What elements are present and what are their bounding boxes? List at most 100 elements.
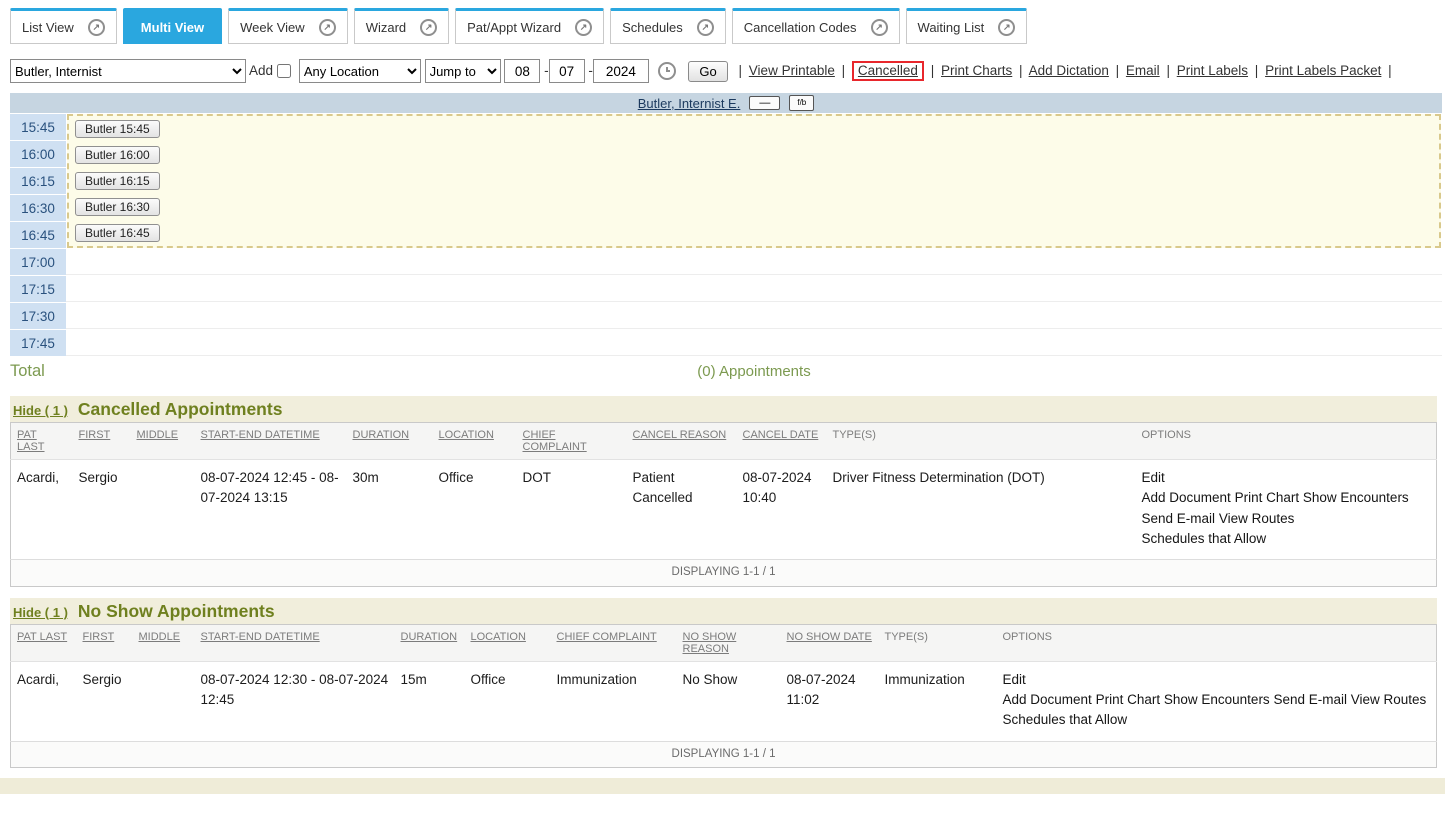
slot-button[interactable]: Butler 16:45 [75,224,160,242]
cell-pat-last: Acardi, [11,661,77,741]
cancelled-link[interactable]: Cancelled [852,61,924,81]
add-checkbox[interactable] [277,64,291,78]
email-link[interactable]: Email [1126,63,1160,78]
open-in-new-icon[interactable]: ↗ [871,19,888,36]
print-charts-link[interactable]: Print Charts [941,63,1012,78]
edit-link[interactable]: Edit [1142,470,1165,485]
col-header-first[interactable]: FIRST [77,624,133,661]
schedule-empty-row[interactable] [66,329,1442,356]
col-header-cancel-reason[interactable]: CANCEL REASON [627,423,737,460]
print-labels-link[interactable]: Print Labels [1177,63,1248,78]
add-document-link[interactable]: Add Document [1142,490,1231,505]
time-label[interactable]: 17:15 [10,276,66,302]
print-chart-link[interactable]: Print Chart [1235,490,1300,505]
fb-button[interactable]: f/b [789,95,814,111]
col-header-middle[interactable]: MIDDLE [133,624,195,661]
add-label: Add [249,63,273,78]
location-select[interactable]: Any Location [299,59,421,83]
open-in-new-icon[interactable]: ↗ [319,19,336,36]
edit-link[interactable]: Edit [1003,672,1026,687]
tab-list-view[interactable]: List View ↗ [10,8,117,44]
time-label[interactable]: 16:15 [10,168,66,194]
date-day-input[interactable] [549,59,585,83]
link-separator: | [1113,63,1123,78]
col-header-datetime[interactable]: START-END DATETIME [195,624,395,661]
tab-multi-view[interactable]: Multi View [123,8,222,44]
date-year-input[interactable] [593,59,649,83]
col-header-chief-complaint[interactable]: CHIEF COMPLAINT [551,624,677,661]
add-document-link[interactable]: Add Document [1003,692,1092,707]
col-header-cancel-date[interactable]: CANCEL DATE [737,423,827,460]
show-encounters-link[interactable]: Show Encounters [1164,692,1270,707]
cancelled-section-header: Hide ( 1 ) Cancelled Appointments [10,396,1437,422]
hide-noshow-link[interactable]: Hide ( 1 ) [13,605,68,620]
schedule-empty-row[interactable] [66,248,1442,275]
tab-pat-appt-wizard[interactable]: Pat/Appt Wizard ↗ [455,8,604,44]
collapse-provider-button[interactable]: — [749,96,780,110]
view-routes-link[interactable]: View Routes [1219,511,1295,526]
time-label[interactable]: 16:45 [10,222,66,248]
send-email-link[interactable]: Send E-mail [1142,511,1216,526]
clock-icon[interactable] [658,62,676,80]
open-in-new-icon[interactable]: ↗ [420,19,437,36]
hide-cancelled-link[interactable]: Hide ( 1 ) [13,403,68,418]
jump-to-select[interactable]: Jump to [425,59,501,83]
col-header-first[interactable]: FIRST [73,423,131,460]
provider-column: Butler 15:45 Butler 16:00 Butler 16:15 B… [66,114,1442,357]
time-label[interactable]: 17:30 [10,303,66,329]
schedule-empty-row[interactable] [66,302,1442,329]
col-header-datetime[interactable]: START-END DATETIME [195,423,347,460]
time-label[interactable]: 16:00 [10,141,66,167]
time-label[interactable]: 17:45 [10,330,66,356]
provider-select[interactable]: Butler, Internist [10,59,246,83]
open-in-new-icon[interactable]: ↗ [88,19,105,36]
cell-types: Driver Fitness Determination (DOT) [827,460,1136,560]
col-header-chief-complaint[interactable]: CHIEF COMPLAINT [517,423,627,460]
col-header-noshow-reason[interactable]: NO SHOW REASON [677,624,781,661]
tab-label: Schedules [622,20,683,35]
col-header-middle[interactable]: MIDDLE [131,423,195,460]
col-header-noshow-date[interactable]: NO SHOW DATE [781,624,879,661]
tab-schedules[interactable]: Schedules ↗ [610,8,726,44]
print-chart-link[interactable]: Print Chart [1096,692,1161,707]
cell-first: Sergio [73,460,131,560]
slot-button[interactable]: Butler 16:30 [75,198,160,216]
tab-waiting-list[interactable]: Waiting List ↗ [906,8,1028,44]
cancelled-section-title: Cancelled Appointments [78,399,283,420]
schedules-that-allow-link[interactable]: Schedules that Allow [1003,712,1128,727]
link-separator: | [1252,63,1262,78]
col-header-pat-last[interactable]: PAT LAST [11,423,73,460]
schedules-that-allow-link[interactable]: Schedules that Allow [1142,531,1267,546]
show-encounters-link[interactable]: Show Encounters [1303,490,1409,505]
time-label[interactable]: 16:30 [10,195,66,221]
open-in-new-icon[interactable]: ↗ [697,19,714,36]
time-label[interactable]: 17:00 [10,249,66,275]
noshow-appointments-section: Hide ( 1 ) No Show Appointments PAT LAST… [10,598,1437,769]
open-in-new-icon[interactable]: ↗ [575,19,592,36]
tab-cancellation-codes[interactable]: Cancellation Codes ↗ [732,8,900,44]
print-labels-packet-link[interactable]: Print Labels Packet [1265,63,1381,78]
provider-header-link[interactable]: Butler, Internist E. [638,96,741,111]
time-label[interactable]: 15:45 [10,114,66,140]
schedule-empty-row[interactable] [66,275,1442,302]
tab-wizard[interactable]: Wizard ↗ [354,8,449,44]
col-header-pat-last[interactable]: PAT LAST [11,624,77,661]
noshow-section-title: No Show Appointments [78,601,275,622]
col-header-location[interactable]: LOCATION [465,624,551,661]
view-printable-link[interactable]: View Printable [749,63,835,78]
go-button[interactable]: Go [688,61,727,82]
col-header-location[interactable]: LOCATION [433,423,517,460]
cancelled-appointments-section: Hide ( 1 ) Cancelled Appointments PAT LA… [10,396,1437,587]
slot-button[interactable]: Butler 16:15 [75,172,160,190]
date-month-input[interactable] [504,59,540,83]
col-header-duration[interactable]: DURATION [395,624,465,661]
slot-button[interactable]: Butler 15:45 [75,120,160,138]
link-separator: | [1163,63,1173,78]
send-email-link[interactable]: Send E-mail [1273,692,1347,707]
open-in-new-icon[interactable]: ↗ [998,19,1015,36]
tab-week-view[interactable]: Week View ↗ [228,8,348,44]
slot-button[interactable]: Butler 16:00 [75,146,160,164]
col-header-duration[interactable]: DURATION [347,423,433,460]
add-dictation-link[interactable]: Add Dictation [1029,63,1109,78]
view-routes-link[interactable]: View Routes [1351,692,1427,707]
